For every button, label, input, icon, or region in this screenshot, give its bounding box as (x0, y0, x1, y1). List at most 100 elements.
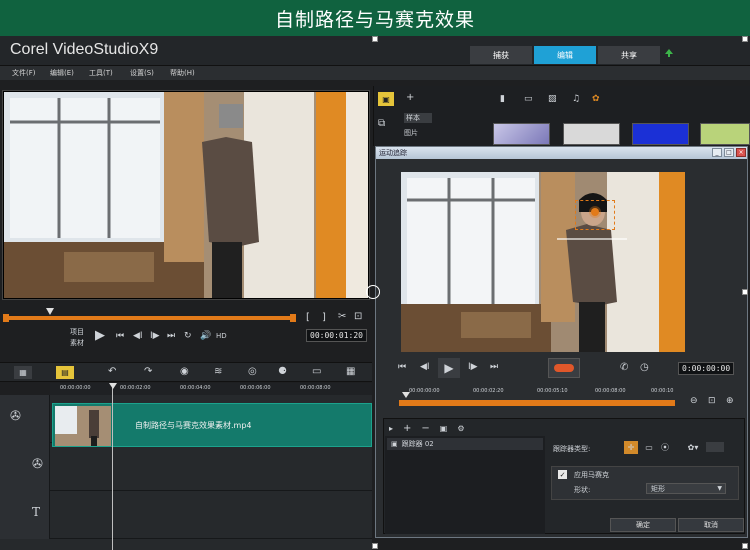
next-frame-icon[interactable]: I▶ (150, 331, 160, 341)
timeline-ruler[interactable]: 00:00:00:00 00:00:02:00 00:00:04:00 00:0… (50, 383, 372, 395)
clip-filename: 自制路径与马赛克效果素材.mp4 (135, 421, 252, 430)
library-category-sample[interactable]: 样本 (404, 113, 432, 123)
repeat-icon[interactable]: ↻ (184, 331, 192, 341)
library-thumbnail[interactable] (563, 123, 620, 145)
library-thumbnail[interactable] (700, 123, 750, 145)
timeline-playhead[interactable] (112, 383, 113, 550)
copy-tracker-icon[interactable]: ▣ (440, 424, 448, 433)
tab-share[interactable]: 共享 (598, 46, 660, 64)
volume-icon[interactable]: 🔊 (200, 331, 211, 341)
record-capture-icon[interactable]: ◉ (180, 366, 189, 377)
library-category-images[interactable]: 图片 (404, 128, 418, 138)
title-track: T (0, 491, 372, 539)
timeline-toolbar: ▦ ▤ ↶ ↷ ◉ ≋ ◎ ⚈ ▭ ▦ (0, 362, 372, 382)
enlarge-icon[interactable]: ⊡ (354, 311, 362, 322)
trim-end-marker[interactable] (290, 314, 296, 322)
cancel-button[interactable]: 取消 (678, 518, 744, 532)
scrubber-handle[interactable] (46, 308, 54, 315)
menu-settings[interactable]: 设置(S) (130, 68, 154, 78)
track-motion-button[interactable] (548, 358, 580, 378)
tracker-point-type-icon[interactable]: ✛ (624, 441, 638, 454)
tracker-settings-icon[interactable]: ⚙ (457, 424, 464, 433)
tab-capture[interactable]: 捕获 (470, 46, 532, 64)
dialog-preview-video[interactable] (401, 172, 685, 352)
tracker-multipoint-type-icon[interactable]: ⦿ (658, 441, 672, 454)
sound-mixer-icon[interactable]: ≋ (214, 366, 222, 377)
apply-mosaic-checkbox[interactable]: ✓ (558, 470, 567, 479)
tracker-point-icon[interactable] (591, 208, 599, 216)
list-item[interactable]: ▣ 跟踪器 02 (387, 438, 543, 450)
dialog-home-icon[interactable]: ⏮ (398, 362, 406, 372)
menu-help[interactable]: 帮助(H) (170, 68, 195, 78)
selection-handle (742, 289, 748, 295)
dialog-end-icon[interactable]: ⏭ (490, 362, 498, 372)
fit-icon[interactable]: ⊡ (708, 396, 716, 406)
maximize-icon[interactable]: □ (724, 148, 734, 157)
dialog-next-frame-icon[interactable]: I▶ (468, 362, 478, 372)
dialog-ruler[interactable]: 00:00:00:00 00:00:02:20 00:00:05:10 00:0… (385, 386, 675, 398)
show-videos-icon[interactable]: ▭ (524, 94, 533, 104)
dialog-play-icon[interactable]: ▶ (438, 358, 460, 378)
trim-start-marker[interactable] (3, 314, 9, 322)
ruler-tick: 00:00:00:00 (60, 385, 91, 391)
auto-music-icon[interactable]: ◎ (248, 366, 257, 377)
upload-arrow-icon[interactable] (664, 48, 674, 58)
tracker-color-swatch[interactable] (706, 442, 724, 452)
subtitle-editor-icon[interactable]: ▭ (312, 366, 321, 377)
shape-label: 形状: (574, 486, 591, 494)
playhead-marker[interactable] (109, 383, 117, 389)
play-icon[interactable]: ▶ (95, 328, 105, 343)
library-thumbnail[interactable] (632, 123, 689, 145)
dialog-timecode[interactable]: 0:00:00:00 (678, 362, 735, 375)
media-library-icon[interactable]: ▣ (378, 92, 394, 106)
ok-button[interactable]: 确定 (610, 518, 676, 532)
menu-tools[interactable]: 工具(T) (89, 68, 113, 78)
multi-camera-icon[interactable]: ▦ (346, 366, 355, 377)
remove-tracker-icon[interactable]: − (421, 423, 429, 434)
show-effects-icon[interactable]: ✿ (592, 94, 600, 104)
show-audio-icon[interactable]: ♫ (572, 94, 580, 104)
instant-project-icon[interactable]: ⧉ (378, 118, 385, 129)
object-list-icon[interactable]: ▸ (389, 424, 393, 433)
tab-edit[interactable]: 编辑 (534, 46, 596, 64)
mosaic-properties: ✓ 应用马赛克 形状: 矩形 ▼ (551, 466, 739, 500)
zoom-in-icon[interactable]: ⊕ (726, 396, 734, 406)
menu-edit[interactable]: 编辑(E) (50, 68, 74, 78)
tracker-path (557, 238, 627, 240)
tracker-type-label: 跟踪器类型: (553, 445, 591, 453)
redo-icon[interactable]: ↷ (144, 366, 152, 377)
dialog-playhead[interactable] (402, 392, 410, 398)
menu-file[interactable]: 文件(F) (12, 68, 36, 78)
show-photos-icon[interactable]: ▨ (548, 94, 557, 104)
timeline-view-icon[interactable]: ▤ (56, 366, 74, 379)
hd-label[interactable]: HD (216, 332, 227, 340)
close-icon[interactable]: × (736, 148, 746, 157)
clip-mode-label[interactable]: 素材 (70, 338, 84, 348)
ruler-tick: 00:00:02:00 (120, 385, 151, 391)
shape-select[interactable]: 矩形 ▼ (646, 483, 726, 494)
timeline-video-clip[interactable]: 自制路径与马赛克效果素材.mp4 (52, 403, 372, 447)
folder-icon[interactable]: ▮ (500, 94, 505, 104)
add-folder-icon[interactable]: + (406, 92, 414, 103)
previous-frame-icon[interactable]: ◀I (133, 331, 143, 341)
dialog-tracked-range[interactable] (399, 400, 675, 406)
dialog-prev-frame-icon[interactable]: ◀I (420, 362, 430, 372)
library-thumbnail[interactable] (493, 123, 550, 145)
split-clip-icon[interactable]: ✂ (338, 311, 346, 322)
storyboard-view-icon[interactable]: ▦ (14, 366, 32, 379)
project-mode-label[interactable]: 项目 (70, 327, 84, 337)
clock-icon[interactable]: ◷ (640, 362, 649, 373)
tracker-area-type-icon[interactable]: ▭ (642, 441, 656, 454)
preview-timecode[interactable]: 00:00:01:20 (306, 329, 367, 342)
add-tracker-icon[interactable]: + (403, 423, 411, 434)
tab-capture-label: 捕获 (493, 50, 509, 60)
home-icon[interactable]: ⏮ (116, 331, 124, 341)
zoom-out-icon[interactable]: ⊖ (690, 396, 698, 406)
tracker-options-icon[interactable]: ✿▾ (682, 441, 704, 454)
end-icon[interactable]: ⏭ (167, 331, 175, 341)
minimize-icon[interactable]: _ (712, 148, 722, 157)
phone-icon[interactable]: ✆ (620, 362, 628, 373)
dialog-titlebar[interactable]: 运动追踪 _ □ × (376, 147, 747, 159)
motion-tracking-icon[interactable]: ⚈ (278, 366, 287, 377)
undo-icon[interactable]: ↶ (108, 366, 116, 377)
